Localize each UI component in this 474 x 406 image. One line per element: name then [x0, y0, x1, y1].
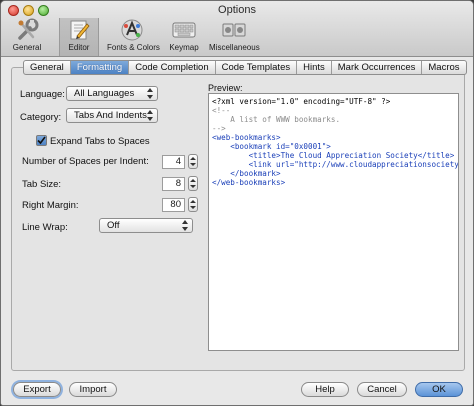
preview-pane: <?xml version="1.0" encoding="UTF-8" ?> … [208, 93, 459, 351]
language-label: Language: [20, 89, 65, 100]
checkmark-icon [37, 136, 46, 145]
code-line: <title>The Cloud Appreciation Society</t… [212, 151, 455, 160]
code-line: </bookmark> [212, 169, 281, 178]
language-select[interactable]: All Languages [66, 86, 158, 101]
category-value: Tabs And Indents [74, 110, 147, 121]
window-title: Options [218, 4, 256, 16]
tab-size-label: Tab Size: [22, 179, 62, 190]
code-line: <web-bookmarks> [212, 133, 281, 142]
tab-macros[interactable]: Macros [422, 61, 465, 74]
toolbar-label: Keymap [169, 43, 199, 52]
line-wrap-label: Line Wrap: [22, 222, 68, 233]
stepper-arrows-icon [190, 179, 196, 188]
tab-hints[interactable]: Hints [297, 61, 332, 74]
tab-general[interactable]: General [24, 61, 71, 74]
editor-icon [70, 20, 90, 40]
stepper-arrows-icon [190, 157, 196, 166]
ok-button[interactable]: OK [415, 382, 463, 397]
title-toolbar: Options General Editor Fonts & Colors Ke… [1, 1, 473, 57]
cancel-button[interactable]: Cancel [357, 382, 407, 397]
toolbar-item-keymap[interactable]: Keymap [165, 18, 203, 56]
category-label: Category: [20, 112, 62, 123]
code-line: <!-- [212, 106, 231, 115]
fonts-colors-icon [121, 19, 143, 41]
toolbar-label: Editor [68, 43, 90, 52]
code-line: <bookmark id="0x0001"> [212, 142, 331, 151]
spaces-per-indent-label: Number of Spaces per Indent: [22, 156, 149, 167]
toolbar-label: Fonts & Colors [107, 43, 160, 52]
spaces-per-indent-stepper[interactable] [188, 154, 198, 169]
updown-arrows-icon [147, 110, 153, 121]
line-wrap-select[interactable]: Off [99, 218, 193, 233]
tab-code-templates[interactable]: Code Templates [216, 61, 298, 74]
toolbar-item-general[interactable]: General [4, 18, 50, 56]
help-button[interactable]: Help [301, 382, 349, 397]
code-line: <link url="http://www.cloudappreciations… [248, 160, 459, 169]
updown-arrows-icon [147, 88, 153, 99]
code-line: </web-bookmarks> [212, 178, 286, 187]
general-icon [18, 18, 39, 40]
category-select[interactable]: Tabs And Indents [66, 108, 158, 123]
code-line: A list of WWW bookmarks. [212, 115, 341, 124]
right-margin-label: Right Margin: [22, 200, 79, 211]
spaces-per-indent-field[interactable]: 4 [162, 155, 185, 169]
toolbar-label: Miscellaneous [209, 43, 260, 52]
right-margin-field[interactable]: 80 [162, 198, 185, 212]
tab-formatting[interactable]: Formatting [70, 61, 130, 74]
export-button[interactable]: Export [13, 382, 61, 397]
options-window: Options General Editor Fonts & Colors Ke… [0, 0, 474, 406]
toolbar-label: General [12, 43, 42, 52]
toolbar-item-miscellaneous[interactable]: Miscellaneous [209, 18, 260, 56]
stepper-arrows-icon [190, 200, 196, 209]
updown-arrows-icon [182, 220, 188, 231]
import-button[interactable]: Import [69, 382, 117, 397]
miscellaneous-icon [222, 23, 246, 37]
tab-mark-occurrences[interactable]: Mark Occurrences [332, 61, 423, 74]
tab-size-field[interactable]: 8 [162, 177, 185, 191]
line-wrap-value: Off [107, 220, 120, 231]
toolbar-item-editor[interactable]: Editor [59, 18, 99, 56]
code-line: --> [212, 124, 226, 133]
tab-bar: General Formatting Code Completion Code … [23, 60, 467, 75]
right-margin-stepper[interactable] [188, 197, 198, 212]
preview-label: Preview: [208, 83, 243, 93]
code-line: <?xml version="1.0" encoding="UTF-8" ?> [212, 97, 390, 106]
xml-declaration: <?xml version="1.0" encoding="UTF-8" ?> [212, 97, 391, 106]
toolbar-item-fonts-colors[interactable]: Fonts & Colors [107, 18, 160, 56]
tab-size-stepper[interactable] [188, 176, 198, 191]
language-value: All Languages [74, 88, 135, 99]
expand-tabs-checkbox[interactable] [36, 135, 47, 146]
expand-tabs-label: Expand Tabs to Spaces [50, 136, 150, 147]
tab-code-completion[interactable]: Code Completion [129, 61, 216, 74]
keymap-icon [172, 22, 196, 38]
